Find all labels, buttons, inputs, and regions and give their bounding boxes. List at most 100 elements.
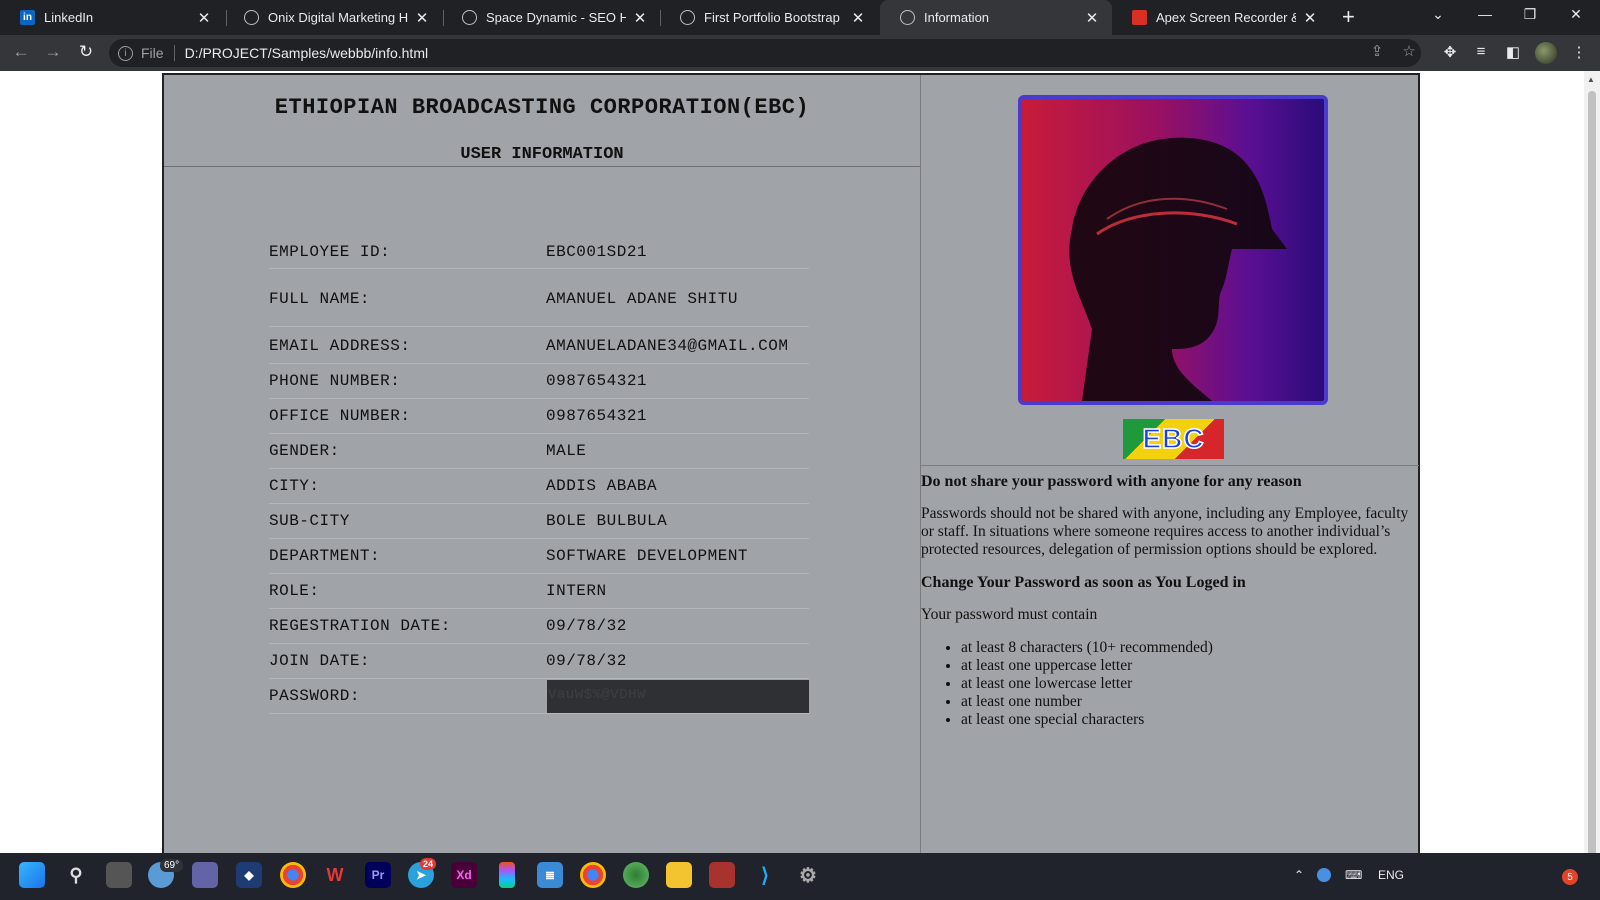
field-value: 0987654321 [546,407,648,425]
close-tab-icon[interactable]: ✕ [850,9,866,27]
field-label: OFFICE NUMBER: [269,407,411,425]
weather-temp: 69° [160,859,184,872]
field-row-registration-date: REGESTRATION DATE: 09/78/32 [269,617,809,644]
notification-badge[interactable]: 5 [1562,869,1578,885]
back-icon[interactable]: ← [10,42,32,62]
field-row-city: CITY: ADDIS ABABA [269,477,809,504]
linkedin-icon: in [20,10,35,25]
forward-icon[interactable]: → [42,42,64,62]
search-icon[interactable]: ⚲ [63,862,89,888]
vscode-icon[interactable]: ⟩ [752,862,778,888]
ebc-logo: EBC [1123,419,1224,459]
media-control-icon[interactable]: ≡ [1470,43,1492,60]
field-value: 0987654321 [546,372,648,390]
rule-item: at least 8 characters (10+ recommended) [961,639,1411,657]
restore-icon[interactable]: ❐ [1520,6,1540,23]
keyboard-icon[interactable]: ⌨ [1345,868,1362,882]
premiere-pro-icon[interactable]: Pr [365,862,391,888]
scrollbar-thumb[interactable] [1588,91,1596,881]
tab-search-icon[interactable]: ⌄ [1428,6,1448,23]
tray-app-icon[interactable] [1317,868,1331,882]
minimize-icon[interactable]: — [1475,6,1495,22]
chrome-profile-icon[interactable] [580,862,606,888]
tab-title: Information [924,10,990,25]
tab-onix[interactable]: Onix Digital Marketing HTML ✕ [224,0,442,35]
figma-icon[interactable] [499,862,515,888]
reload-icon[interactable]: ↻ [75,42,97,62]
profile-photo-silhouette [1069,137,1287,401]
policy-heading: Do not share your password with anyone f… [921,473,1302,490]
task-view-icon[interactable] [106,862,132,888]
profile-avatar[interactable] [1535,42,1557,64]
field-value: SOFTWARE DEVELOPMENT [546,547,749,565]
user-info-card: ETHIOPIAN BROADCASTING CORPORATION(EBC) … [162,73,1420,893]
close-tab-icon[interactable]: ✕ [414,9,430,27]
rule-item: at least one uppercase letter [961,657,1411,675]
field-value: EBC001SD21 [546,243,648,261]
tab-first-portfolio[interactable]: First Portfolio Bootstrap 5 The ✕ [660,0,878,35]
side-panel-icon[interactable]: ◧ [1502,43,1524,61]
field-value: INTERN [546,582,607,600]
field-label: ROLE: [269,582,320,600]
winrar-icon[interactable] [709,862,735,888]
card-header: ETHIOPIAN BROADCASTING CORPORATION(EBC) … [164,75,920,167]
tab-information[interactable]: Information ✕ [880,0,1112,35]
password-rules: at least 8 characters (10+ recommended) … [961,639,1411,729]
field-label: EMAIL ADDRESS: [269,337,411,355]
policy-paragraph: Passwords should not be shared with anyo… [921,505,1409,558]
notes-app-icon[interactable]: ◆ [236,862,262,888]
field-value: MALE [546,442,587,460]
tab-title: Onix Digital Marketing HTML [268,10,408,25]
settings-gear-icon[interactable]: ⚙ [795,862,821,888]
share-icon[interactable]: ⇪ [1366,42,1388,60]
address-divider [173,45,175,61]
windows-start-icon[interactable] [19,862,45,888]
tab-space-dynamic[interactable]: Space Dynamic - SEO HTML5 ✕ [442,0,660,35]
info-icon[interactable]: i [118,45,133,61]
bookmark-star-icon[interactable]: ☆ [1398,42,1420,60]
rule-item: at least one number [961,693,1411,711]
close-tab-icon[interactable]: ✕ [1084,9,1100,27]
address-url: D:/PROJECT/Samples/webbb/info.html [184,45,429,61]
downloader-icon[interactable] [623,862,649,888]
profile-photo [1018,95,1328,405]
tray-overflow-icon[interactable]: ⌃ [1294,868,1304,882]
field-value: AMANUELADANE34@GMAIL.COM [546,337,789,355]
page-scrollbar[interactable]: ▲ [1584,71,1600,900]
field-label: GENDER: [269,442,340,460]
field-label: REGESTRATION DATE: [269,617,451,635]
scroll-up-icon[interactable]: ▲ [1587,75,1595,84]
password-policy: Do not share your password with anyone f… [921,473,1411,729]
tab-linkedin[interactable]: in LinkedIn ✕ [0,0,224,35]
rule-item: at least one special characters [961,711,1411,729]
adobe-xd-icon[interactable]: Xd [451,862,477,888]
password-value[interactable]: VauW$%@VDHW [547,680,809,713]
file-explorer-icon[interactable] [666,862,692,888]
close-tab-icon[interactable]: ✕ [632,9,648,27]
chrome-icon[interactable] [280,862,306,888]
close-window-icon[interactable]: ✕ [1566,6,1586,23]
wps-icon[interactable]: W [322,862,348,888]
field-row-full-name: FULL NAME: AMANUEL ADANE SHITU [269,290,809,327]
address-bar[interactable]: i File D:/PROJECT/Samples/webbb/info.htm… [109,39,1421,67]
policy-intro: Your password must contain [921,606,1098,623]
field-label: CITY: [269,477,320,495]
tab-title: First Portfolio Bootstrap 5 The [704,10,844,25]
close-tab-icon[interactable]: ✕ [1302,9,1318,27]
new-tab-icon[interactable]: + [1342,4,1355,30]
close-tab-icon[interactable]: ✕ [196,9,212,27]
address-scheme: File [141,45,164,61]
notepad-icon[interactable]: ≣ [537,862,563,888]
globe-icon [244,10,259,25]
language-indicator[interactable]: ENG [1378,868,1404,882]
tab-apex-recorder[interactable]: Apex Screen Recorder & Scre ✕ [1112,0,1330,35]
field-row-join-date: JOIN DATE: 09/78/32 [269,652,809,679]
info-panel: ETHIOPIAN BROADCASTING CORPORATION(EBC) … [164,75,920,891]
field-label: SUB-CITY [269,512,350,530]
teams-icon[interactable] [192,862,218,888]
tab-title: LinkedIn [44,10,94,25]
menu-kebab-icon[interactable]: ⋮ [1568,43,1590,61]
extensions-icon[interactable]: ✥ [1439,43,1461,61]
field-value: ADDIS ABABA [546,477,658,495]
field-row-password: PASSWORD: VauW$%@VDHW [269,680,809,714]
